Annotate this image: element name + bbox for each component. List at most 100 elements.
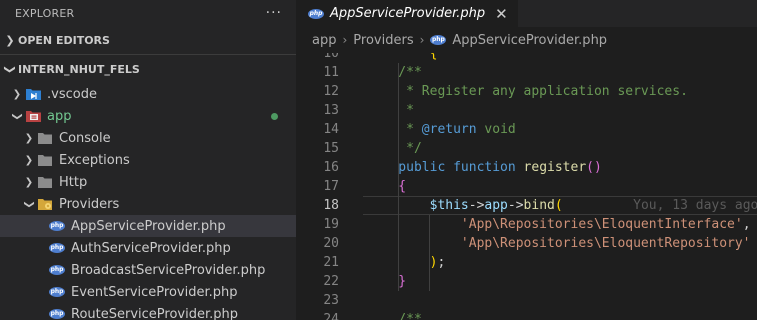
tree-item-routeserviceprovider[interactable]: php RouteServiceProvider.php: [0, 303, 296, 320]
code-text: );: [367, 253, 446, 272]
code-line[interactable]: 15 */: [296, 139, 757, 158]
code-line[interactable]: 22 }: [296, 272, 757, 291]
code-text: public function register(): [367, 158, 602, 177]
code-token: /**: [367, 65, 422, 80]
line-number: 24: [323, 312, 339, 320]
open-editors-section[interactable]: ❯ OPEN EDITORS: [0, 26, 296, 54]
code-token: (): [586, 160, 602, 175]
code-token: {: [367, 53, 438, 61]
code-line[interactable]: 13 *: [296, 101, 757, 120]
project-label: INTERN_NHUT_FELS: [18, 62, 140, 76]
tree-item-broadcastserviceprovider[interactable]: php BroadcastServiceProvider.php: [0, 259, 296, 281]
code-line[interactable]: 14 * @return void: [296, 120, 757, 139]
line-number: 22: [323, 274, 339, 289]
line-number: 12: [323, 84, 339, 99]
line-number: 16: [323, 160, 339, 175]
tab-appserviceprovider[interactable]: php AppServiceProvider.php ✕: [296, 0, 518, 27]
explorer-title: EXPLORER: [15, 6, 75, 20]
code-text: }: [367, 272, 406, 291]
close-icon[interactable]: ✕: [495, 5, 508, 23]
chevron-right-icon: ❯: [12, 88, 22, 100]
code-token: @return: [421, 122, 477, 137]
tree-item-label: .vscode: [47, 86, 97, 102]
code-text: /**: [367, 63, 422, 82]
line-number: 21: [323, 255, 339, 270]
breadcrumb-file[interactable]: AppServiceProvider.php: [452, 33, 607, 48]
tree-item-label: Console: [59, 130, 111, 146]
tree-item-console[interactable]: ❯ Console: [0, 127, 296, 149]
line-number: 10: [323, 53, 339, 61]
breadcrumb: app › Providers › php AppServiceProvider…: [296, 27, 757, 53]
code-text: */: [367, 139, 422, 158]
line-number: 11: [323, 65, 339, 80]
tree-item-http[interactable]: ❯ Http: [0, 171, 296, 193]
indent-guide: [429, 215, 430, 291]
php-file-icon: php: [49, 243, 65, 253]
tree-item-authserviceprovider[interactable]: php AuthServiceProvider.php: [0, 237, 296, 259]
tree-item-exceptions[interactable]: ❯ Exceptions: [0, 149, 296, 171]
code-text: $this->app->bind( You, 13 days ago • c: [367, 196, 757, 215]
php-file-icon: php: [49, 309, 65, 319]
code-line[interactable]: 23: [296, 291, 757, 310]
code-token: bind: [523, 198, 555, 213]
chevron-down-icon: ❯: [23, 199, 35, 209]
tree-item-label: EventServiceProvider.php: [71, 284, 238, 300]
tree-item-eventserviceprovider[interactable]: php EventServiceProvider.php: [0, 281, 296, 303]
code-line[interactable]: 18 $this->app->bind( You, 13 days ago • …: [296, 196, 757, 215]
open-editors-label: OPEN EDITORS: [18, 33, 110, 47]
code-line[interactable]: 17 {: [296, 177, 757, 196]
tree-item-appserviceprovider[interactable]: php AppServiceProvider.php: [0, 215, 296, 237]
line-number: 23: [323, 293, 339, 308]
php-file-icon: php: [308, 8, 324, 19]
code-line[interactable]: 11 /**: [296, 63, 757, 82]
code-line[interactable]: 12 * Register any application services.: [296, 82, 757, 101]
code-token: (: [554, 198, 563, 213]
code-token: * Register any application services.: [367, 84, 688, 99]
tree-item-label: Providers: [59, 196, 120, 212]
tab-bar: php AppServiceProvider.php ✕: [296, 0, 757, 27]
code-token: *: [367, 103, 414, 118]
line-number: 15: [323, 141, 339, 156]
chevron-down-icon: ❯: [11, 111, 23, 121]
code-line[interactable]: 16 public function register(): [296, 158, 757, 177]
code-line[interactable]: 10 {: [296, 53, 757, 63]
code-line[interactable]: 20 'App\Repositories\EloquentRepository': [296, 234, 757, 253]
code-editor[interactable]: 10 {11 /** 12 * Register any application …: [296, 53, 757, 320]
breadcrumb-app[interactable]: app: [312, 33, 336, 48]
tree-item-vscode[interactable]: ❯ .vscode: [0, 83, 296, 105]
line-number: 20: [323, 236, 339, 251]
explorer-header: EXPLORER ···: [0, 0, 296, 26]
code-token: ->: [468, 198, 485, 213]
line-number: 14: [323, 122, 339, 137]
tree-item-label: AppServiceProvider.php: [71, 218, 226, 234]
explorer-sidebar: EXPLORER ··· ❯ OPEN EDITORS ❯ INTERN_NHU…: [0, 0, 296, 320]
code-token: register: [523, 160, 587, 175]
git-modified-dot: [271, 113, 278, 120]
code-line[interactable]: 19 'App\Repositories\EloquentInterface',: [296, 215, 757, 234]
code-line[interactable]: 21 );: [296, 253, 757, 272]
chevron-right-icon: ❯: [24, 176, 34, 188]
tree-item-providers[interactable]: ❯ Providers: [0, 193, 296, 215]
tree-item-app[interactable]: ❯ app: [0, 105, 296, 127]
php-file-icon: php: [49, 221, 65, 231]
chevron-right-icon: ❯: [24, 132, 34, 144]
project-section[interactable]: ❯ INTERN_NHUT_FELS: [0, 55, 296, 83]
tree-item-label: AuthServiceProvider.php: [71, 240, 231, 256]
code-text: * @return void: [367, 120, 516, 139]
folder-icon: [36, 130, 54, 146]
code-token: *: [367, 122, 422, 137]
code-line[interactable]: 24 /**: [296, 310, 757, 320]
tree-item-label: BroadcastServiceProvider.php: [71, 262, 266, 278]
more-actions-icon[interactable]: ···: [266, 5, 282, 21]
tree-item-label: Exceptions: [59, 152, 130, 168]
code-text: {: [367, 177, 406, 196]
chevron-right-icon: ›: [419, 33, 425, 47]
code-token: 'App\Repositories\EloquentInterface': [367, 217, 743, 232]
code-text: *: [367, 101, 414, 120]
code-token: $this: [367, 198, 469, 213]
code-token: /**: [367, 312, 422, 320]
line-number: 18: [323, 198, 339, 213]
code-token: 'App\Repositories\EloquentRepository': [367, 236, 751, 251]
breadcrumb-providers[interactable]: Providers: [353, 33, 413, 48]
code-token: */: [367, 141, 422, 156]
